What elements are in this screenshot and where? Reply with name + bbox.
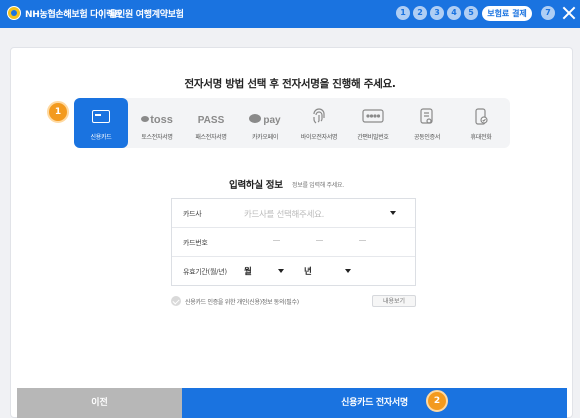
close-icon[interactable] — [561, 4, 577, 22]
step-indicator-5: 5 — [464, 6, 478, 20]
phone-icon — [454, 108, 508, 126]
method-bio[interactable]: 바이오전자서명 — [292, 98, 346, 148]
method-toss[interactable]: toss 토스전자서명 — [130, 98, 184, 148]
card-company-select[interactable]: 카드사를 선택해주세요. — [244, 208, 324, 220]
agreement-text: 신용카드 인증을 위한 개인(신용)정보 동의(필수) — [185, 299, 299, 306]
chevron-down-icon — [390, 211, 396, 215]
month-select[interactable]: 월 — [244, 265, 252, 277]
pass-icon: PASS — [197, 115, 225, 126]
app-header: NH농협손해보험 다이렉트 올인원 여행계약보험 1 2 3 4 5 보험료 결… — [0, 0, 580, 28]
card-info-form: 카드사 카드사를 선택해주세요. 카드번호 유효기간(월/년) 월 년 — [171, 198, 416, 286]
guide-badge-2: 2 — [426, 390, 448, 412]
prev-button[interactable]: 이전 — [17, 388, 182, 418]
method-simple-password[interactable]: 간편비밀번호 — [346, 98, 400, 148]
method-label: 간편비밀번호 — [357, 134, 389, 141]
method-label: 공동인증서 — [413, 134, 441, 141]
year-select[interactable]: 년 — [304, 265, 312, 277]
step-indicator-4: 4 — [447, 6, 461, 20]
method-pass[interactable]: PASS 패스전자서명 — [184, 98, 238, 148]
method-kakaopay[interactable]: pay 카카오페이 — [238, 98, 292, 148]
agreement-checkbox[interactable] — [171, 296, 181, 306]
method-label: 바이오전자서명 — [300, 134, 338, 141]
form-subtitle: 정보를 입력해 주세요. — [292, 182, 344, 189]
card-number-label: 카드번호 — [183, 239, 208, 247]
card-icon — [74, 108, 128, 126]
card-number-input-2[interactable] — [316, 240, 323, 241]
card-number-input-1[interactable] — [273, 240, 280, 241]
chevron-down-icon — [278, 269, 284, 273]
method-label: 토스전자서명 — [141, 134, 173, 141]
card-number-input-3[interactable] — [359, 240, 366, 241]
card-company-row[interactable]: 카드사 카드사를 선택해주세요. — [172, 199, 415, 228]
card-number-row: 카드번호 — [172, 228, 415, 257]
method-label: 신용카드 — [90, 134, 112, 141]
product-name: 올인원 여행계약보험 — [109, 10, 184, 20]
certificate-icon — [400, 108, 454, 126]
guide-badge-1: 1 — [47, 101, 69, 123]
step-current-payment: 보험료 결제 — [482, 6, 532, 21]
step-indicator-7: 7 — [541, 6, 555, 20]
step-indicator-2: 2 — [413, 6, 427, 20]
form-title: 입력하실 정보 — [229, 180, 283, 191]
expiry-row: 유효기간(월/년) 월 년 — [172, 257, 415, 286]
method-credit-card[interactable]: 신용카드 — [74, 98, 128, 148]
step-indicator-1: 1 — [396, 6, 410, 20]
brand-name: NH농협손해보험 다이렉트 — [25, 10, 123, 20]
kakaopay-icon: pay — [238, 108, 292, 126]
method-phone[interactable]: 휴대전화 — [454, 98, 508, 148]
step-indicator-3: 3 — [430, 6, 444, 20]
expiry-label: 유효기간(월/년) — [183, 268, 227, 276]
method-label: 패스전자서명 — [195, 134, 227, 141]
nh-logo-icon — [7, 6, 21, 20]
method-certificate[interactable]: 공동인증서 — [400, 98, 454, 148]
method-label: 카카오페이 — [251, 134, 279, 141]
toss-icon: toss — [130, 108, 184, 126]
header-divider — [101, 9, 102, 19]
card-company-label: 카드사 — [183, 210, 202, 218]
view-terms-button[interactable]: 내용보기 — [372, 295, 416, 307]
fingerprint-icon — [292, 108, 346, 126]
card-sign-button[interactable]: 신용카드 전자서명 — [182, 388, 567, 418]
password-icon — [346, 108, 400, 126]
method-label: 휴대전화 — [470, 134, 492, 141]
page-title: 전자서명 방법 선택 후 전자서명을 진행해 주세요. — [184, 78, 396, 90]
chevron-down-icon — [345, 269, 351, 273]
